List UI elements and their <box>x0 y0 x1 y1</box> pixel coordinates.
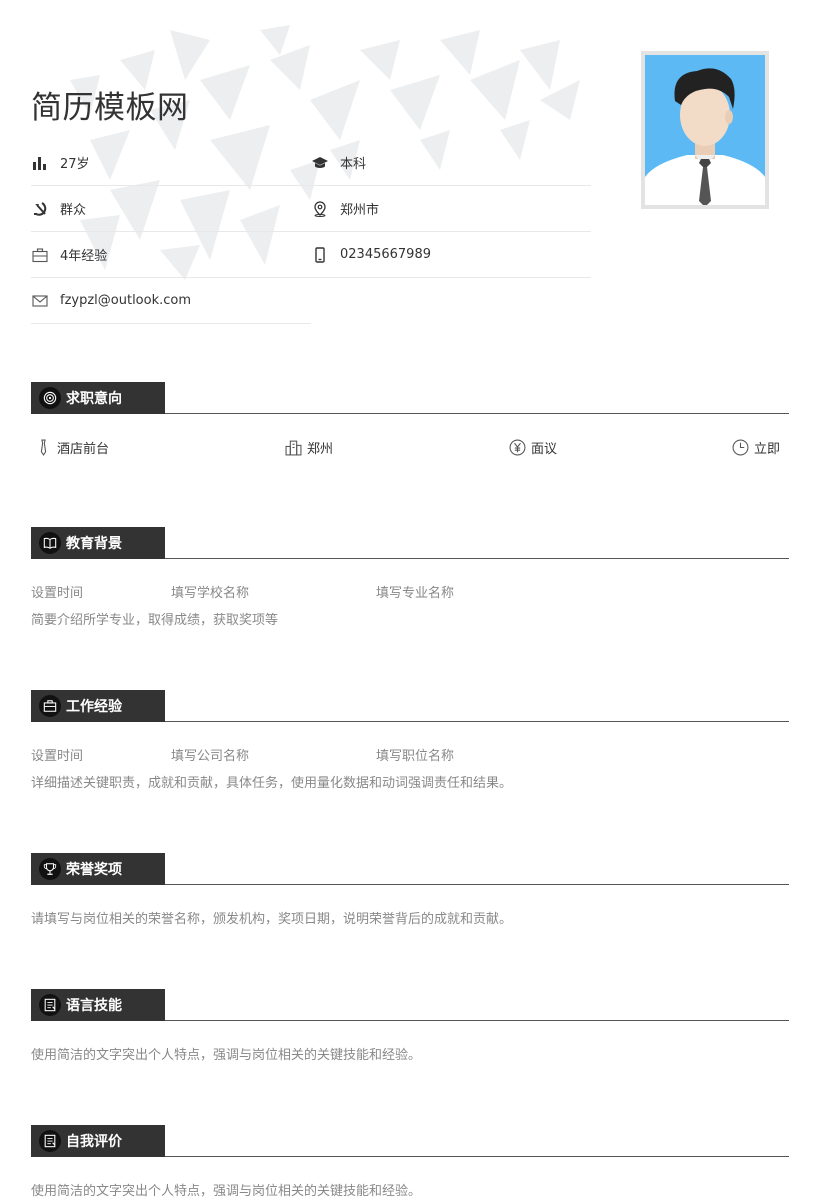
section-tab-self: 自我评价 <box>31 1125 165 1157</box>
education-major: 填写专业名称 <box>376 586 455 601</box>
info-political: 群众 <box>31 186 311 232</box>
info-political-value: 群众 <box>60 203 87 218</box>
section-header-language: 语言技能 <box>31 989 789 1021</box>
info-email: fzypzl@outlook.com <box>31 278 311 324</box>
self-description: 使用简洁的文字突出个人特点，强调与岗位相关的关键技能和经验。 <box>31 1184 422 1199</box>
section-title-work: 工作经验 <box>66 699 122 715</box>
intent-salary: 面议 <box>508 438 557 457</box>
trophy-icon <box>39 858 61 880</box>
education-time: 设置时间 <box>31 586 84 601</box>
info-phone: 02345667989 <box>311 232 591 278</box>
info-phone-value: 02345667989 <box>340 247 431 262</box>
avatar-photo <box>641 51 769 209</box>
section-header-work: 工作经验 <box>31 690 789 722</box>
clock-icon <box>731 439 749 457</box>
info-experience-value: 4年经验 <box>60 249 108 264</box>
info-age-value: 27岁 <box>60 157 90 172</box>
section-tab-education: 教育背景 <box>31 527 165 559</box>
envelope-icon <box>31 292 49 310</box>
section-tab-work: 工作经验 <box>31 690 165 722</box>
open-book-icon <box>39 532 61 554</box>
intent-city: 郑州 <box>284 438 333 457</box>
work-description: 详细描述关键职责，成就和贡献，具体任务，使用量化数据和动词强调责任和结果。 <box>31 776 513 791</box>
info-education: 本科 <box>311 140 591 186</box>
info-age: 27岁 <box>31 140 311 186</box>
honors-description: 请填写与岗位相关的荣誉名称，颁发机构，奖项日期，说明荣誉背后的成就和贡献。 <box>31 912 513 927</box>
section-title-language: 语言技能 <box>66 998 122 1014</box>
section-title-education: 教育背景 <box>66 536 122 552</box>
work-company: 填写公司名称 <box>171 749 250 764</box>
briefcase-icon <box>31 246 49 264</box>
info-location: 郑州市 <box>311 186 591 232</box>
page-title: 简历模板网 <box>31 90 189 126</box>
section-title-honors: 荣誉奖项 <box>66 862 122 878</box>
section-tab-honors: 荣誉奖项 <box>31 853 165 885</box>
hammer-sickle-icon <box>31 200 49 218</box>
info-email-value: fzypzl@outlook.com <box>60 293 192 308</box>
section-header-education: 教育背景 <box>31 527 789 559</box>
section-title-self: 自我评价 <box>66 1134 122 1150</box>
education-school: 填写学校名称 <box>171 586 250 601</box>
section-tab-intent: 求职意向 <box>31 382 165 414</box>
section-header-self: 自我评价 <box>31 1125 789 1157</box>
tie-icon <box>34 439 52 457</box>
mobile-phone-icon <box>311 246 329 264</box>
language-description: 使用简洁的文字突出个人特点，强调与岗位相关的关键技能和经验。 <box>31 1048 422 1063</box>
yen-circle-icon <box>508 439 526 457</box>
briefcase-icon <box>39 695 61 717</box>
intent-city-value: 郑州 <box>307 442 334 457</box>
notepad-icon <box>39 994 61 1016</box>
intent-start: 立即 <box>731 438 780 457</box>
work-role: 填写职位名称 <box>376 749 455 764</box>
target-icon <box>39 387 61 409</box>
info-education-value: 本科 <box>340 157 367 172</box>
work-time: 设置时间 <box>31 749 84 764</box>
section-header-intent: 求职意向 <box>31 382 789 414</box>
bar-chart-icon <box>31 154 49 172</box>
location-pin-icon <box>311 200 329 218</box>
notepad-icon <box>39 1130 61 1152</box>
avatar-illustration <box>645 55 765 205</box>
buildings-icon <box>284 439 302 457</box>
info-experience: 4年经验 <box>31 232 311 278</box>
section-header-honors: 荣誉奖项 <box>31 853 789 885</box>
intent-position: 酒店前台 <box>34 438 109 457</box>
intent-start-value: 立即 <box>754 442 781 457</box>
intent-salary-value: 面议 <box>531 442 558 457</box>
info-location-value: 郑州市 <box>340 203 380 218</box>
intent-position-value: 酒店前台 <box>57 442 110 457</box>
section-title-intent: 求职意向 <box>66 391 122 407</box>
graduation-cap-icon <box>311 154 329 172</box>
education-description: 简要介绍所学专业，取得成绩，获取奖项等 <box>31 613 279 628</box>
section-tab-language: 语言技能 <box>31 989 165 1021</box>
